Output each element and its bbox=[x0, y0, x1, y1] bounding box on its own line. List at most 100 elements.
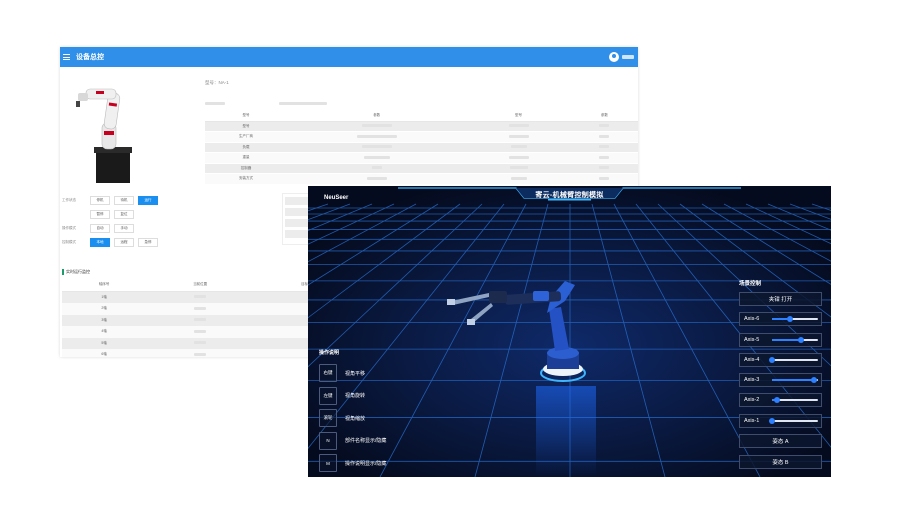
manual-mode-button[interactable]: 手动 bbox=[114, 223, 134, 233]
axis-label: Axis-3 bbox=[744, 377, 760, 384]
app-header: 设备总控 bbox=[60, 47, 638, 67]
cell: 生产厂商 bbox=[205, 131, 288, 143]
control-label: 控制模式 bbox=[62, 239, 76, 244]
control-row: 控制模式 本地 远程 急停 bbox=[62, 235, 162, 249]
slider-handle[interactable] bbox=[811, 377, 818, 384]
auto-mode-button[interactable]: 自动 bbox=[90, 223, 110, 233]
axis-slider[interactable] bbox=[772, 397, 818, 404]
pose-a-button[interactable]: 姿态 A bbox=[739, 434, 822, 449]
status-standby-button[interactable]: 待机 bbox=[114, 195, 134, 205]
control-label: 操作模式 bbox=[62, 225, 76, 230]
table-row: 控制器 bbox=[205, 163, 638, 174]
scene-control-panel: 场景控制 夹钳 打开 Axis-6 Axis-5 Axis-4 Axis-3 Axis-… bbox=[739, 279, 822, 469]
table-row: 生产厂商 bbox=[205, 131, 638, 143]
instructions-panel: 操作说明 右键 视角平移 左键 视角旋转 滚轮 视角缩放 N 部件名称显示/隐藏 M 操作… bbox=[319, 349, 386, 477]
header-cell: 型号 bbox=[466, 111, 571, 122]
control-panel: 工作状态 停机 待机 运行 暂停 复位 操作模式 自动 手动 控制模式 本地 远… bbox=[62, 193, 162, 249]
axis-slider-row: Axis-2 bbox=[739, 393, 822, 408]
list-item: 左键 视角旋转 bbox=[319, 386, 386, 405]
slider-fill bbox=[772, 338, 801, 341]
model-label: 型号：NA-1 bbox=[205, 80, 229, 85]
slider-handle[interactable] bbox=[787, 316, 794, 323]
section-title: 操作说明 bbox=[319, 350, 340, 356]
list-item: M 操作说明显示/隐藏 bbox=[319, 454, 386, 472]
axis-label: Axis-1 bbox=[744, 417, 760, 424]
cell: 3轴 bbox=[62, 314, 147, 326]
cell: 5轴 bbox=[62, 337, 147, 349]
cell: 控制器 bbox=[205, 163, 288, 174]
axis-slider-row: Axis-5 bbox=[739, 332, 822, 347]
status-run-button[interactable]: 运行 bbox=[138, 195, 158, 205]
axis-label: Axis-6 bbox=[744, 316, 760, 323]
robot-image bbox=[76, 88, 132, 183]
cell: 4轴 bbox=[62, 326, 147, 338]
axis-slider-row: Axis-3 bbox=[739, 373, 822, 388]
header-cell: 轴序号 bbox=[62, 279, 147, 292]
page-title: 寄云-机械臂控制模拟 bbox=[535, 192, 604, 199]
axis-label: Axis-2 bbox=[744, 397, 760, 404]
table-row: 重量 bbox=[205, 152, 638, 164]
table-row: 负载 bbox=[205, 142, 638, 153]
emergency-stop-button[interactable]: 急停 bbox=[138, 237, 158, 247]
control-row: 工作状态 停机 待机 运行 bbox=[62, 193, 162, 207]
instruction-text: 视角旋转 bbox=[345, 393, 366, 399]
slider-handle[interactable] bbox=[797, 336, 804, 343]
page-title: 设备总控 bbox=[76, 54, 104, 61]
slider-fill bbox=[772, 379, 815, 382]
control-label: 工作状态 bbox=[62, 197, 76, 202]
info-row bbox=[205, 92, 638, 110]
list-item: 滚轮 视角缩放 bbox=[319, 409, 386, 427]
list-item: N 部件名称显示/隐藏 bbox=[319, 431, 387, 450]
instruction-text: 视角平移 bbox=[345, 370, 366, 377]
cell: 负载 bbox=[205, 142, 288, 153]
spec-table: 型号 参数 型号 参数 型号 生产厂商 负载 重量 控制器 安装方式 bbox=[205, 111, 638, 185]
axis-label: Axis-5 bbox=[744, 336, 760, 343]
axis-slider[interactable] bbox=[772, 377, 818, 384]
axis-label: Axis-4 bbox=[744, 356, 760, 363]
user-name[interactable] bbox=[622, 55, 634, 59]
axis-slider[interactable] bbox=[772, 316, 818, 323]
gripper-toggle-button[interactable]: 夹钳 打开 bbox=[739, 292, 822, 306]
key-badge: 滚轮 bbox=[319, 409, 337, 427]
cell: 2轴 bbox=[62, 303, 147, 315]
cell: 重量 bbox=[205, 152, 288, 164]
control-row: 操作模式 自动 手动 bbox=[62, 221, 162, 235]
table-header: 型号 参数 型号 参数 bbox=[205, 111, 638, 122]
instruction-text: 视角缩放 bbox=[345, 415, 366, 422]
instruction-text: 部件名称显示/隐藏 bbox=[345, 438, 387, 444]
axis-slider-row: Axis-1 bbox=[739, 413, 822, 428]
menu-icon[interactable] bbox=[63, 53, 70, 62]
reset-button[interactable]: 复位 bbox=[114, 209, 134, 219]
local-control-button[interactable]: 本地 bbox=[90, 237, 110, 247]
key-badge: 左键 bbox=[319, 386, 337, 405]
table-row: 型号 bbox=[205, 121, 638, 132]
simulator-window: NeuSeer 寄云-机械臂控制模拟 操作说明 右键 视角平移 左键 视角旋转 滚轮… bbox=[308, 186, 831, 477]
pause-button[interactable]: 暂停 bbox=[90, 209, 110, 219]
header-cell: 参数 bbox=[570, 111, 638, 122]
slider-handle[interactable] bbox=[769, 356, 775, 363]
avatar[interactable] bbox=[609, 52, 619, 62]
pose-b-button[interactable]: 姿态 B bbox=[739, 454, 822, 469]
control-row: 暂停 复位 bbox=[62, 207, 162, 221]
axis-slider-row: Axis-4 bbox=[739, 352, 822, 367]
instruction-text: 操作说明显示/隐藏 bbox=[345, 460, 387, 467]
status-stop-button[interactable]: 停机 bbox=[90, 195, 110, 205]
remote-control-button[interactable]: 远程 bbox=[114, 237, 134, 247]
robot-arm-model[interactable] bbox=[443, 271, 603, 421]
axis-slider[interactable] bbox=[772, 336, 818, 343]
cell: 1轴 bbox=[62, 291, 147, 303]
slider-handle[interactable] bbox=[769, 417, 775, 424]
key-badge: M bbox=[319, 454, 337, 472]
key-badge: N bbox=[319, 431, 337, 450]
axis-slider[interactable] bbox=[769, 356, 818, 363]
header-cell: 型号 bbox=[205, 111, 288, 122]
slider-handle[interactable] bbox=[773, 397, 780, 404]
cell: 安装方式 bbox=[205, 173, 288, 185]
cell: 6轴 bbox=[62, 349, 147, 357]
list-item: 右键 视角平移 bbox=[319, 364, 386, 382]
axis-slider[interactable] bbox=[769, 417, 818, 424]
key-badge: 右键 bbox=[319, 364, 337, 382]
cell: 型号 bbox=[205, 121, 288, 132]
header-cell: 当前位置 bbox=[146, 279, 255, 292]
axis-slider-row: Axis-6 bbox=[739, 312, 822, 327]
